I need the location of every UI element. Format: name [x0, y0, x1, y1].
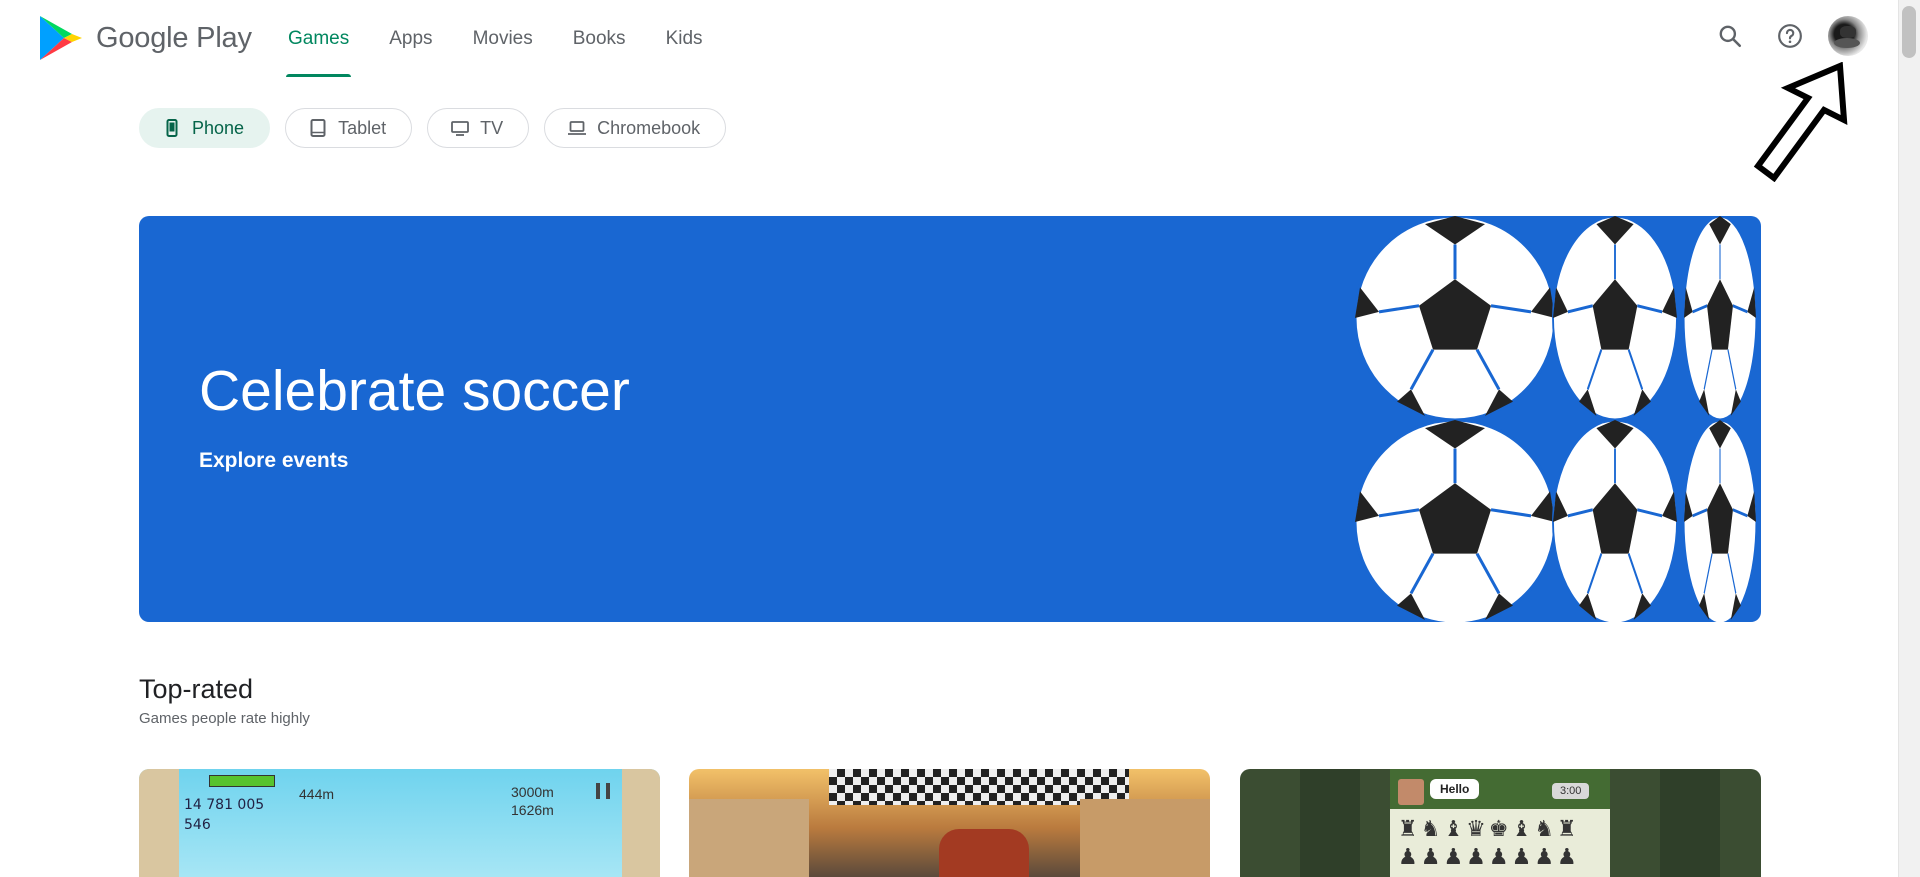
google-play-logo[interactable]: Google Play — [38, 14, 252, 62]
game-timer: 3:00 — [1552, 783, 1590, 799]
game-card[interactable]: 14 781 005 546 444m 3000m 1626m — [139, 769, 660, 877]
hud-gems: 546 — [184, 817, 211, 833]
laptop-icon — [568, 121, 587, 135]
hud-best: 3000m — [511, 784, 554, 800]
card-art-left — [139, 769, 179, 877]
tab-apps[interactable]: Apps — [369, 0, 452, 77]
hud-coins: 14 781 005 — [184, 797, 265, 813]
play-logo-icon — [40, 16, 82, 60]
card-art-kart — [939, 829, 1029, 877]
header-actions — [1708, 14, 1868, 58]
game-hud: 14 781 005 546 — [184, 775, 264, 835]
search-icon — [1719, 25, 1742, 48]
top-app-bar: Google Play Games Apps Movies Books Kids — [0, 0, 1898, 77]
arrow-annotation-icon — [1753, 62, 1848, 182]
tab-movies[interactable]: Movies — [453, 0, 553, 77]
help-icon — [1778, 24, 1802, 48]
account-avatar[interactable] — [1828, 16, 1868, 56]
help-button[interactable] — [1768, 14, 1812, 58]
device-filter-chips: Phone Tablet TV Chromebook — [139, 108, 727, 148]
chip-tablet-label: Tablet — [338, 117, 387, 138]
tab-books[interactable]: Books — [553, 0, 646, 77]
search-button[interactable] — [1708, 14, 1752, 58]
phone-icon — [166, 119, 178, 137]
hud-records: 3000m 1626m — [511, 783, 554, 819]
chip-tablet[interactable]: Tablet — [285, 108, 413, 148]
chip-chromebook[interactable]: Chromebook — [544, 108, 727, 148]
main-nav: Games Apps Movies Books Kids — [268, 0, 723, 77]
chess-pieces: ♜♞♝♛♚♝♞♜ ♟♟♟♟♟♟♟♟ — [1398, 816, 1580, 869]
chip-phone-label: Phone — [192, 117, 245, 138]
card-art-right — [622, 769, 660, 877]
featured-banner[interactable]: Celebrate soccer Explore events — [139, 216, 1761, 622]
chip-tv-label: TV — [480, 117, 504, 138]
brand-name: Google Play — [96, 21, 252, 54]
tab-kids[interactable]: Kids — [646, 0, 723, 77]
game-card[interactable] — [689, 769, 1210, 877]
hud-record: 1626m — [511, 802, 554, 818]
card-art-building — [1080, 799, 1210, 877]
section-subtitle: Games people rate highly — [139, 710, 310, 727]
banner-explore-link[interactable]: Explore events — [199, 449, 348, 473]
banner-title: Celebrate soccer — [199, 359, 630, 423]
tablet-icon — [310, 119, 326, 137]
game-card[interactable]: Hello 3:00 ♜♞♝♛♚♝♞♜ ♟♟♟♟♟♟♟♟ — [1240, 769, 1761, 877]
tab-games[interactable]: Games — [268, 0, 369, 77]
google-play-page: Google Play Games Apps Movies Books Kids — [0, 0, 1920, 877]
chip-tv[interactable]: TV — [427, 108, 530, 148]
tv-icon — [451, 121, 470, 136]
soccer-balls-art — [1355, 216, 1758, 622]
hud-distance: 444m — [299, 786, 335, 802]
chip-chromebook-label: Chromebook — [597, 117, 701, 138]
card-art-building — [689, 799, 809, 877]
chip-phone[interactable]: Phone — [139, 108, 271, 148]
page-scrollbar[interactable] — [1898, 0, 1920, 877]
pause-icon — [596, 783, 610, 799]
player-avatar — [1398, 779, 1424, 805]
scrollbar-thumb[interactable] — [1902, 6, 1916, 58]
chat-bubble: Hello — [1430, 779, 1480, 799]
section-title[interactable]: Top-rated — [139, 674, 253, 705]
